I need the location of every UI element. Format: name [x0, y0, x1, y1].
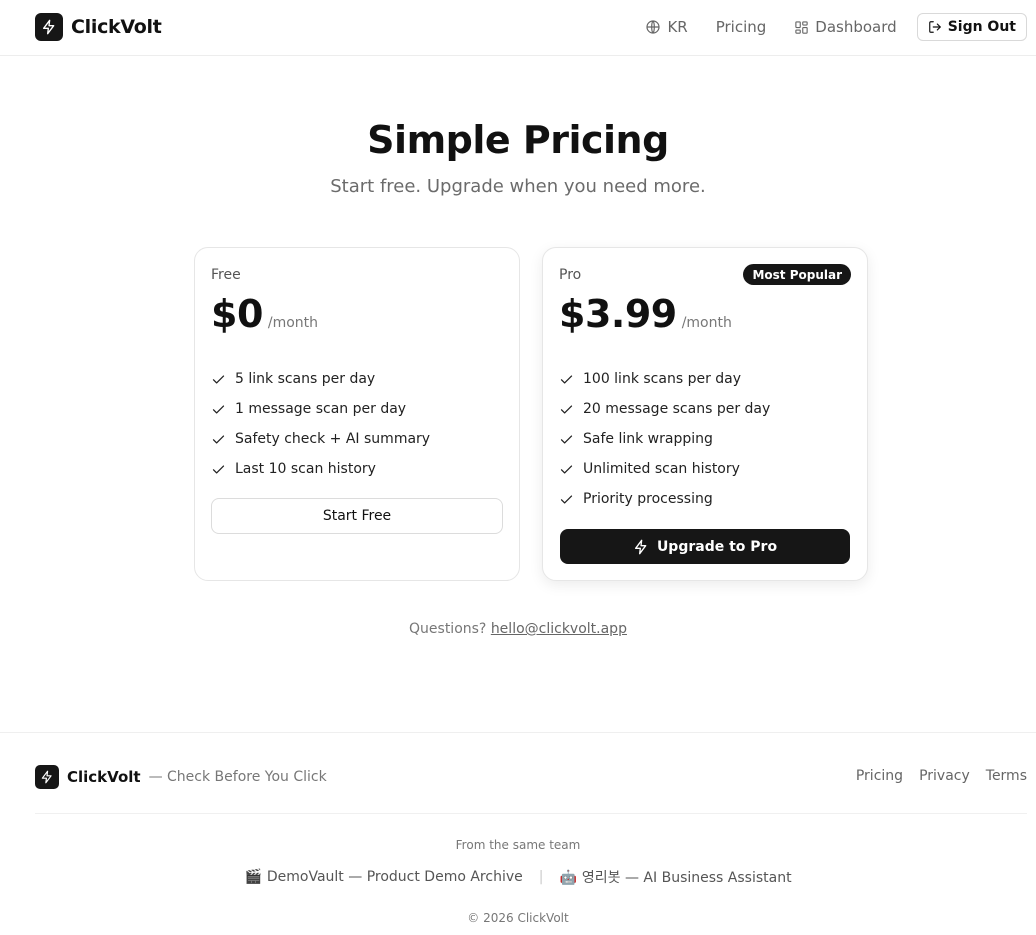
contact-line: Questions? hello@clickvolt.app — [0, 621, 1036, 637]
plan-price: $3.99 — [559, 292, 677, 336]
plan-period: /month — [681, 315, 732, 331]
footer-tagline: — Check Before You Click — [148, 769, 327, 785]
sister-product-demovault[interactable]: 🎬 DemoVault — Product Demo Archive — [244, 869, 522, 885]
list-item: Safe link wrapping — [559, 424, 770, 454]
list-item: Safety check + AI summary — [211, 424, 430, 454]
page-title: Simple Pricing — [367, 118, 669, 162]
feature-list: 100 link scans per day 20 message scans … — [559, 364, 770, 514]
sign-out-label: Sign Out — [947, 19, 1016, 35]
robot-icon: 🤖 — [559, 870, 577, 886]
plan-price: $0 — [211, 292, 263, 336]
language-switch[interactable]: KR — [645, 18, 688, 36]
sister-products: 🎬 DemoVault — Product Demo Archive | 🤖 영리봇… — [0, 867, 1036, 887]
start-free-button[interactable]: Start Free — [211, 498, 503, 534]
footer-brand: ClickVolt — Check Before You Click — [35, 765, 327, 789]
feature-text: Safe link wrapping — [583, 431, 713, 447]
copyright: © 2026 ClickVolt — [467, 911, 569, 925]
check-icon — [560, 494, 573, 504]
list-item: Last 10 scan history — [211, 454, 430, 484]
lightning-icon — [35, 765, 59, 789]
brand-logo[interactable]: ClickVolt — [35, 13, 162, 41]
list-item: Priority processing — [559, 484, 770, 514]
most-popular-badge: Most Popular — [743, 264, 851, 285]
same-team-label: From the same team — [455, 838, 581, 852]
feature-text: Last 10 scan history — [235, 461, 376, 477]
footer-brand-name: ClickVolt — [67, 768, 141, 786]
check-icon — [212, 464, 225, 474]
language-label: KR — [667, 18, 688, 36]
sister-product-label: 영리봇 — AI Business Assistant — [581, 870, 792, 886]
footer-links: Pricing Privacy Terms — [840, 768, 1027, 784]
feature-text: 1 message scan per day — [235, 401, 407, 417]
contact-prefix: Questions? — [409, 621, 487, 637]
grid-icon — [795, 20, 808, 34]
plan-card-pro: Pro Most Popular $3.99 /month 100 link s… — [542, 247, 868, 581]
footer-link-terms[interactable]: Terms — [986, 768, 1027, 784]
upgrade-label: Upgrade to Pro — [656, 538, 778, 555]
upgrade-to-pro-button[interactable]: Upgrade to Pro — [560, 529, 850, 564]
footer-divider — [0, 732, 1036, 733]
check-icon — [560, 464, 573, 474]
feature-text: Safety check + AI summary — [235, 431, 431, 447]
sister-product-yeongribot[interactable]: 🤖 영리봇 — AI Business Assistant — [559, 867, 791, 887]
logout-icon — [928, 21, 941, 33]
site-header: ClickVolt KR Pricing Dashboard Sign Out — [0, 0, 1036, 56]
price-row: $0 /month — [211, 292, 318, 336]
lightning-icon — [35, 13, 63, 41]
check-icon — [212, 434, 225, 444]
footer-link-pricing[interactable]: Pricing — [856, 768, 903, 784]
list-item: 20 message scans per day — [559, 394, 770, 424]
clapperboard-icon: 🎬 — [244, 869, 262, 885]
sign-out-button[interactable]: Sign Out — [916, 13, 1027, 41]
check-icon — [212, 404, 225, 414]
plan-period: /month — [267, 315, 319, 331]
list-item: 5 link scans per day — [211, 364, 430, 394]
check-icon — [560, 374, 573, 384]
contact-email-link[interactable]: hello@clickvolt.app — [491, 621, 627, 637]
list-item: 1 message scan per day — [211, 394, 430, 424]
feature-text: 100 link scans per day — [583, 371, 742, 387]
lightning-icon — [634, 539, 647, 554]
feature-text: 5 link scans per day — [235, 371, 376, 387]
plan-name: Free — [211, 267, 241, 283]
plan-card-free: Free $0 /month 5 link scans per day 1 me… — [194, 247, 520, 581]
list-item: 100 link scans per day — [559, 364, 770, 394]
check-icon — [560, 434, 573, 444]
check-icon — [560, 404, 573, 414]
separator: | — [538, 869, 544, 885]
feature-list: 5 link scans per day 1 message scan per … — [211, 364, 430, 484]
footer-link-privacy[interactable]: Privacy — [919, 768, 970, 784]
check-icon — [212, 374, 225, 384]
top-nav: KR Pricing Dashboard Sign Out — [617, 13, 1027, 41]
footer-divider — [35, 813, 1027, 814]
feature-text: Priority processing — [583, 491, 713, 507]
sister-product-label: DemoVault — Product Demo Archive — [266, 869, 523, 885]
nav-pricing[interactable]: Pricing — [716, 18, 767, 36]
list-item: Unlimited scan history — [559, 454, 770, 484]
brand-name: ClickVolt — [71, 16, 162, 38]
nav-dashboard-label: Dashboard — [815, 18, 897, 36]
feature-text: 20 message scans per day — [583, 401, 771, 417]
globe-icon — [646, 20, 661, 34]
feature-text: Unlimited scan history — [583, 461, 740, 477]
nav-dashboard[interactable]: Dashboard — [794, 18, 897, 36]
page-subtitle: Start free. Upgrade when you need more. — [330, 176, 706, 197]
nav-pricing-label: Pricing — [715, 18, 767, 36]
price-row: $3.99 /month — [559, 292, 732, 336]
plan-name: Pro — [559, 267, 582, 283]
